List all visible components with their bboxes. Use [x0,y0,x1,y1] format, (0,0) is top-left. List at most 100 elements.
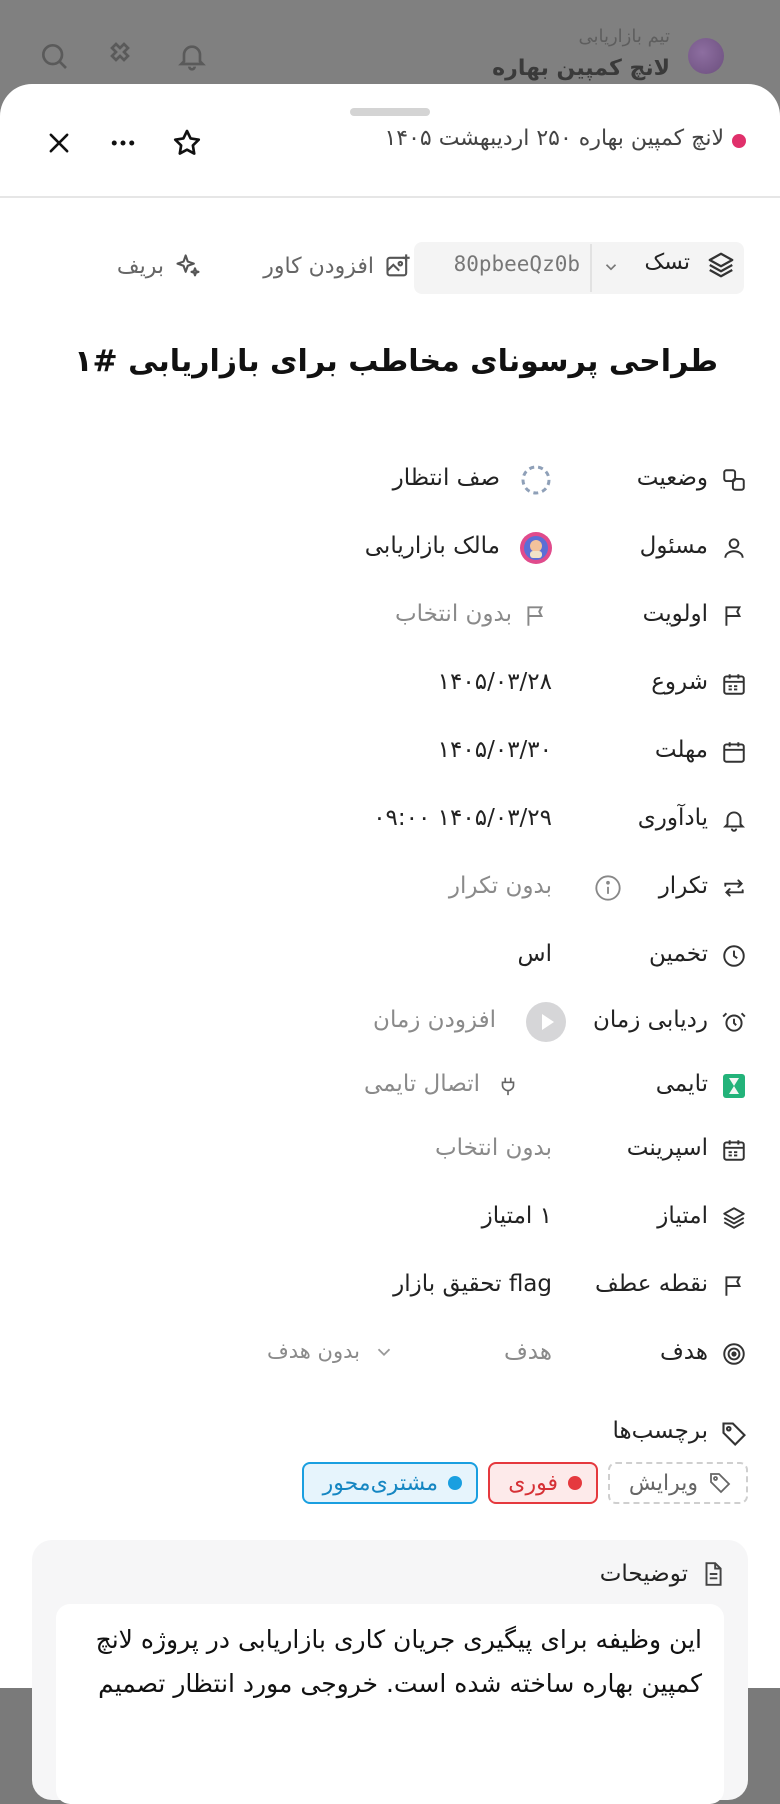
status-value: صف انتظار [392,465,500,491]
repeat-value: بدون تکرار [448,873,552,899]
estimate-label: تخمین [649,941,708,967]
estimate-value: اس [517,941,552,967]
play-icon [526,1002,566,1042]
play-button[interactable] [526,1002,566,1042]
calendar-icon [720,738,748,766]
target-icon [720,1340,748,1368]
clock-icon [720,942,748,970]
document-icon [705,1562,722,1586]
tag-icon [710,1473,731,1494]
edit-tags-label: ویرایش [628,1470,698,1496]
start-label: شروع [651,669,708,695]
due-label: مهلت [654,737,708,763]
priority-flag-icon [520,600,552,632]
property-priority[interactable]: اولویت بدون انتخاب [0,588,780,644]
reminder-label: یادآوری [637,805,708,831]
calendar-icon [720,1136,748,1164]
property-start[interactable]: شروع ۱۴۰۵/۰۳/۲۸ [0,656,780,712]
more-icon [111,140,135,146]
status-label: وضعیت [636,465,708,491]
points-value: ۱ امتیاز [481,1203,552,1229]
property-repeat[interactable]: تکرار بدون تکرار [0,860,780,916]
drag-handle[interactable] [350,108,430,116]
assignee-avatar [520,532,552,564]
sparkles-icon [176,254,200,277]
property-estimate[interactable]: تخمین اس [0,928,780,984]
property-assignee[interactable]: مسئول مالک بازاریابی [0,520,780,576]
status-icon [720,466,748,494]
priority-label: اولویت [642,601,708,627]
property-points[interactable]: امتیاز ۱ امتیاز [0,1190,780,1246]
timer-label: تایمی [655,1071,708,1097]
goal-select[interactable]: بدون هدف [267,1339,360,1363]
description-header: توضیحات [600,1560,726,1588]
layers-icon [706,250,736,280]
header-divider [0,196,780,198]
plug-icon [492,1070,524,1102]
assignee-label: مسئول [639,533,708,559]
repeat-label: تکرار [658,873,708,899]
tag-icon [720,1420,748,1452]
property-status[interactable]: وضعیت صف انتظار [0,452,780,508]
flag-icon [720,602,748,630]
tag-customer-centric[interactable]: مشتری‌محور [302,1462,478,1504]
bell-icon [720,806,748,834]
description-text[interactable]: این وظیفه برای پیگیری جریان کاری بازاریا… [62,1618,702,1706]
brief-button[interactable]: بریف [117,248,202,284]
description-label: توضیحات [599,1561,688,1587]
alarm-icon [720,1008,748,1036]
background-subtitle: تیم بازاریابی [578,26,670,47]
brief-label: بریف [116,253,164,279]
task-id[interactable]: 80pbeeQz0b [454,252,580,276]
flag-icon [720,1272,748,1300]
time-tracking-label: ردیابی زمان [593,1007,708,1033]
tag-label: فوری [508,1470,558,1496]
close-icon [49,133,69,153]
goal-value: هدف [503,1339,552,1365]
info-icon[interactable] [592,872,624,904]
project-avatar [688,38,724,74]
background-title: لانچ کمپین بهاره [492,56,670,81]
bell-icon [176,40,208,72]
chevron-down-icon [602,258,620,276]
points-label: امتیاز [657,1203,708,1229]
user-icon [720,534,748,562]
property-timer[interactable]: تایمی اتصال تایمی [0,1058,780,1114]
close-button[interactable] [36,120,82,166]
more-button[interactable] [100,120,146,166]
chevron-down-icon[interactable] [372,1340,396,1364]
star-icon [173,129,201,155]
tag-urgent[interactable]: فوری [488,1462,598,1504]
milestone-value: flag تحقیق بازار [393,1271,552,1297]
milestone-label: نقطه عطف [595,1271,708,1297]
project-color-dot [732,134,746,148]
add-cover-label: افزودن کاور [263,253,374,279]
type-separator [590,244,592,292]
reminder-value: ۱۴۰۵/۰۳/۲۹ ۰۹:۰۰ [373,805,552,831]
sprint-value: بدون انتخاب [434,1135,552,1161]
goal-label: هدف [659,1339,708,1365]
property-milestone[interactable]: نقطه عطف flag تحقیق بازار [0,1258,780,1314]
hourglass-icon [720,1072,748,1100]
property-due[interactable]: مهلت ۱۴۰۵/۰۳/۳۰ [0,724,780,780]
add-cover-button[interactable]: افزودن کاور [263,248,412,284]
timer-value: اتصال تایمی [363,1071,480,1097]
queue-status-icon [520,464,552,496]
puzzle-icon [108,40,140,72]
property-time-tracking[interactable]: ردیابی زمان افزودن زمان [0,994,780,1050]
edit-tags-button[interactable]: ویرایش [608,1462,748,1504]
assignee-value: مالک بازاریابی [364,533,500,559]
repeat-icon [720,874,748,902]
breadcrumb[interactable]: لانچ کمپین بهاره ۲۵۰ اردیبهشت ۱۴۰۵ [384,126,724,151]
calendar-icon [720,670,748,698]
type-label: تسک [644,250,690,275]
task-title[interactable]: طراحی پرسونای مخاطب برای بازاریابی #۱ [74,344,718,379]
due-value: ۱۴۰۵/۰۳/۳۰ [437,737,552,763]
priority-value: بدون انتخاب [394,601,512,627]
image-plus-icon [386,254,410,277]
property-goal[interactable]: هدف هدف بدون هدف [0,1326,780,1382]
property-reminder[interactable]: یادآوری ۱۴۰۵/۰۳/۲۹ ۰۹:۰۰ [0,792,780,848]
property-sprint[interactable]: اسپرینت بدون انتخاب [0,1122,780,1178]
star-button[interactable] [164,120,210,166]
tags-label: برچسب‌ها [612,1418,708,1444]
